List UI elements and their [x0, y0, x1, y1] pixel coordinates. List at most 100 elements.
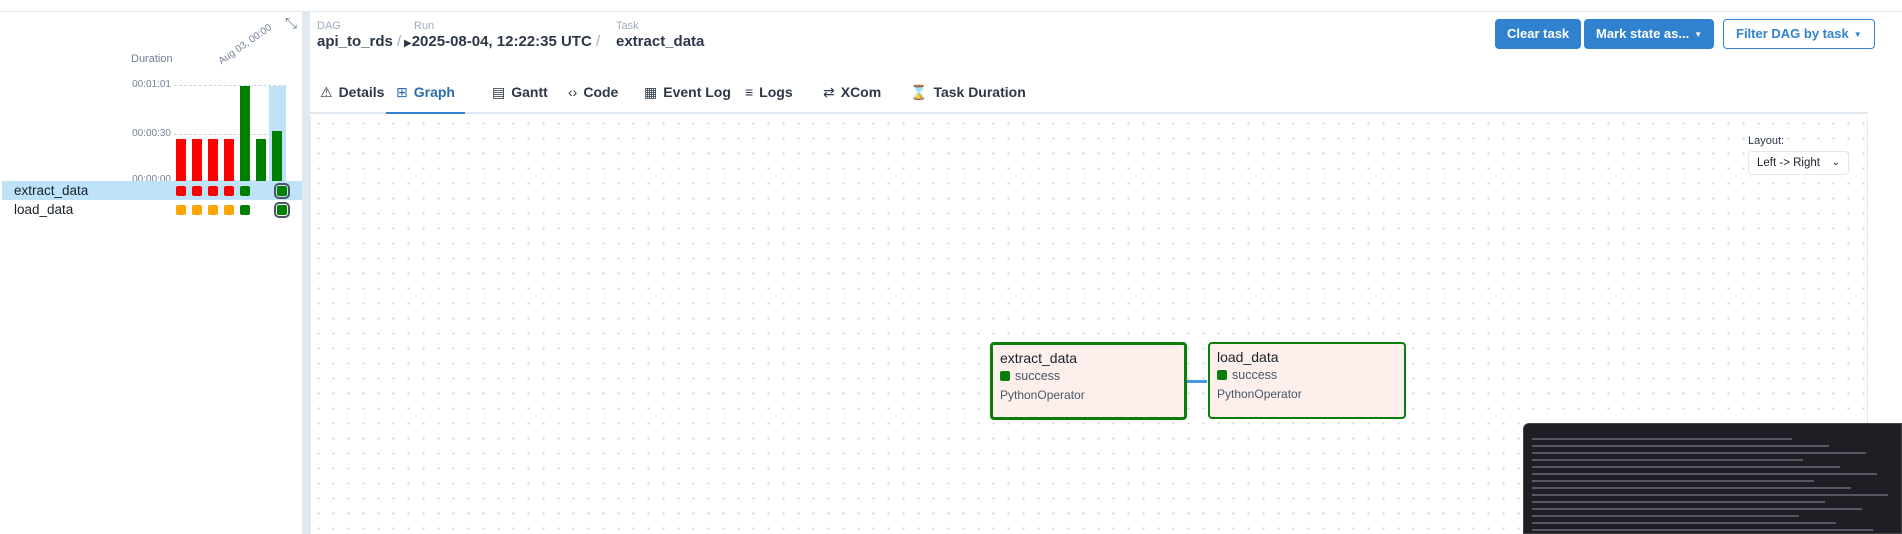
thumbnail-row	[1532, 487, 1851, 489]
task-instance-square[interactable]	[192, 186, 202, 196]
thumbnail-row	[1532, 459, 1803, 461]
screenshot-thumbnail[interactable]	[1523, 423, 1902, 534]
state-square-icon	[1000, 371, 1010, 381]
gantt-icon: ▤	[492, 84, 506, 100]
tab-label: XCom	[840, 84, 882, 100]
task-instance-square[interactable]	[208, 186, 218, 196]
hourglass-icon: ⌛	[910, 84, 928, 100]
duration-bars: ▸▸	[174, 84, 286, 191]
tab-logs[interactable]: ≡ Logs	[735, 70, 803, 114]
thumbnail-row	[1532, 501, 1825, 503]
task-instance-square[interactable]	[224, 205, 234, 215]
node-state: success	[1000, 369, 1060, 383]
breadcrumb-dag-value[interactable]: api_to_rds	[317, 33, 393, 50]
task-row[interactable]: extract_data	[2, 181, 302, 200]
layout-label: Layout:	[1748, 135, 1785, 147]
task-name[interactable]: extract_data	[14, 183, 88, 198]
y-axis-label: 00:01:01	[132, 79, 171, 90]
duration-title: Duration	[131, 53, 173, 65]
tab-label: Gantt	[511, 84, 548, 100]
task-instance-square[interactable]	[240, 186, 250, 196]
filter-dag-label: Filter DAG by task	[1736, 26, 1849, 41]
thumbnail-row	[1532, 480, 1814, 482]
thumbnail-row	[1532, 445, 1829, 447]
grid-panel: ⤡ Duration 00:01:01 00:00:30 00:00:00 Au…	[0, 12, 302, 534]
tab-task-duration[interactable]: ⌛ Task Duration	[900, 70, 1036, 114]
task-instance-square[interactable]	[224, 186, 234, 196]
breadcrumb-separator: /	[595, 33, 601, 50]
warning-icon: ⚠	[320, 84, 333, 100]
task-instance-square[interactable]	[274, 183, 290, 199]
compress-arrows-icon[interactable]: ⤡	[283, 16, 299, 32]
graph-node-extract-data[interactable]: extract_data success PythonOperator	[990, 342, 1187, 420]
tab-graph[interactable]: ⊞ Graph	[386, 70, 465, 114]
chevron-down-icon: ▼	[1853, 29, 1862, 39]
tab-label: Details	[338, 84, 385, 100]
tab-details[interactable]: ⚠ Details	[310, 70, 394, 114]
tab-label: Graph	[413, 84, 455, 100]
node-operator: PythonOperator	[1217, 387, 1302, 401]
node-state-text: success	[1015, 369, 1061, 383]
node-name: extract_data	[1000, 350, 1078, 366]
breadcrumb-run[interactable]: Run ▶2025-08-04, 12:22:35 UTC /	[404, 20, 600, 50]
task-instance-square[interactable]	[176, 186, 186, 196]
layout-select[interactable]: Left -> Right ⌄	[1748, 151, 1849, 175]
tab-label: Logs	[759, 84, 793, 100]
clear-task-label: Clear task	[1507, 26, 1570, 41]
tab-label: Task Duration	[933, 84, 1026, 100]
mark-state-button[interactable]: Mark state as... ▼	[1584, 19, 1715, 49]
graph-node-load-data[interactable]: load_data success PythonOperator	[1208, 342, 1406, 419]
tab-xcom[interactable]: ⇄ XCom	[813, 70, 891, 114]
node-state: success	[1217, 368, 1277, 382]
thumbnail-row	[1532, 438, 1792, 440]
chevron-down-icon: ⌄	[1831, 157, 1840, 168]
list-icon: ≡	[745, 84, 754, 100]
breadcrumb-run-label: Run	[414, 20, 435, 32]
tab-gantt[interactable]: ▤ Gantt	[482, 70, 558, 114]
node-operator: PythonOperator	[1000, 388, 1085, 402]
thumbnail-row	[1532, 522, 1836, 524]
breadcrumb-dag[interactable]: DAG api_to_rds /	[317, 20, 401, 50]
state-square-icon	[1217, 370, 1227, 380]
task-instance-square[interactable]	[176, 205, 186, 215]
panel-splitter[interactable]	[302, 12, 310, 534]
task-instance-square[interactable]	[208, 205, 218, 215]
thumbnail-row	[1532, 515, 1799, 517]
breadcrumb-run-value[interactable]: 2025-08-04, 12:22:35 UTC	[412, 33, 592, 50]
duration-bar[interactable]	[240, 86, 250, 191]
task-instance-square[interactable]	[274, 202, 290, 218]
play-icon: ▶	[404, 38, 412, 49]
chevron-down-icon: ▼	[1694, 29, 1703, 39]
task-name[interactable]: load_data	[14, 202, 73, 217]
breadcrumb-separator: /	[397, 33, 402, 50]
thumbnail-row	[1532, 452, 1866, 454]
exchange-icon: ⇄	[823, 84, 835, 100]
breadcrumb-task-value[interactable]: extract_data	[616, 33, 704, 50]
breadcrumb-dag-label: DAG	[317, 20, 341, 32]
thumbnail-row	[1532, 529, 1873, 531]
thumbnail-row	[1532, 473, 1877, 475]
top-bar	[0, 0, 1902, 12]
clear-task-button[interactable]: Clear task	[1495, 19, 1582, 49]
mark-state-label: Mark state as...	[1596, 26, 1690, 41]
node-state-text: success	[1232, 368, 1278, 382]
graph-icon: ⊞	[396, 84, 408, 100]
layout-select-value: Left -> Right	[1757, 157, 1820, 169]
tab-event-log[interactable]: ▦ Event Log	[634, 70, 741, 114]
task-instance-square[interactable]	[240, 205, 250, 215]
code-icon: ‹›	[568, 84, 578, 100]
calendar-icon: ▦	[644, 84, 658, 100]
node-name: load_data	[1217, 349, 1279, 365]
task-instance-square[interactable]	[192, 205, 202, 215]
filter-dag-button[interactable]: Filter DAG by task ▼	[1723, 19, 1875, 49]
task-row[interactable]: load_data	[2, 200, 302, 219]
tab-code[interactable]: ‹› Code	[558, 70, 628, 114]
breadcrumb-task[interactable]: Task extract_data	[616, 20, 704, 50]
graph-edge	[1187, 380, 1207, 383]
thumbnail-row	[1532, 494, 1888, 496]
thumbnail-row	[1532, 508, 1862, 510]
tab-label: Event Log	[663, 84, 731, 100]
y-axis-label: 00:00:30	[132, 128, 171, 139]
thumbnail-row	[1532, 466, 1840, 468]
tab-bar: ⚠ Details ⊞ Graph ▤ Gantt ‹› Code ▦ Event Log ≡ Log…	[310, 70, 1868, 114]
